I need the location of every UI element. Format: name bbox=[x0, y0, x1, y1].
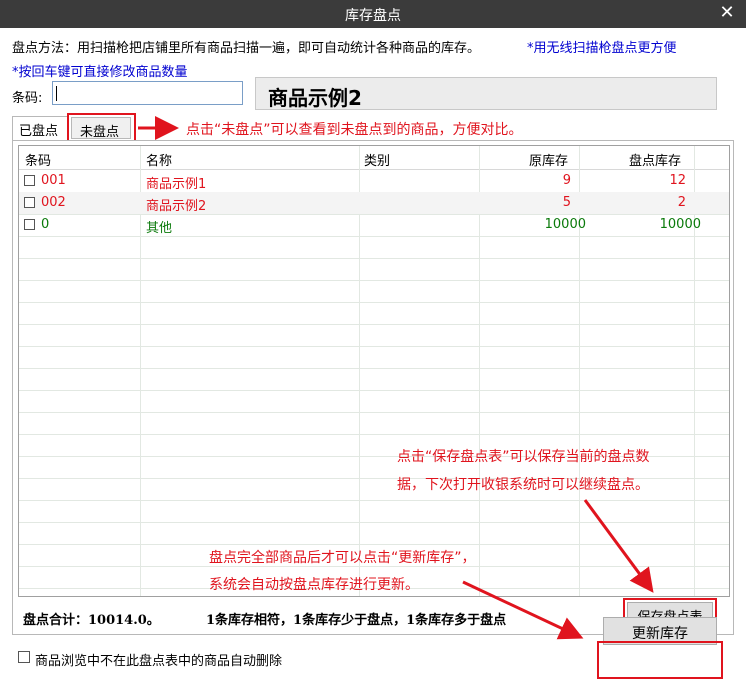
table-row[interactable]: 0 其他 10000 10000 bbox=[19, 214, 729, 236]
row-count-stock[interactable]: 2 bbox=[678, 195, 686, 210]
text-caret bbox=[56, 86, 57, 101]
save-annotation-line1: 点击“保存盘点表”可以保存当前的盘点数 bbox=[397, 449, 650, 465]
row-name: 商品示例1 bbox=[146, 177, 207, 192]
header-orig-stock[interactable]: 原库存 bbox=[529, 150, 568, 169]
auto-delete-label[interactable]: 商品浏览中不在此盘点表中的商品自动删除 bbox=[35, 650, 282, 669]
barcode-label: 条码: bbox=[12, 91, 43, 106]
tab-counted[interactable]: 已盘点 bbox=[12, 116, 68, 141]
table-row[interactable]: 002 商品示例2 5 2 bbox=[19, 192, 729, 214]
wireless-tip: *用无线扫描枪盘点更方便 bbox=[527, 41, 677, 56]
save-annotation-line2: 据，下次打开收银系统时可以继续盘点。 bbox=[397, 477, 649, 493]
row-count-stock[interactable]: 10000 bbox=[660, 217, 701, 232]
row-code: 0 bbox=[41, 217, 50, 232]
uncounted-annotation: 点击“未盘点”可以查看到未盘点到的商品，方便对比。 bbox=[186, 122, 523, 138]
summary-total: 盘点合计：10014.0。 bbox=[23, 613, 160, 628]
header-count-stock[interactable]: 盘点库存 bbox=[629, 150, 681, 169]
row-checkbox[interactable] bbox=[24, 175, 35, 186]
row-count-stock[interactable]: 12 bbox=[669, 173, 686, 188]
auto-delete-checkbox[interactable] bbox=[18, 651, 30, 663]
title-bar: 库存盘点 ✕ bbox=[0, 0, 746, 28]
update-annotation-line2: 系统会自动按盘点库存进行更新。 bbox=[209, 577, 419, 593]
window-title: 库存盘点 bbox=[345, 8, 401, 24]
product-name-display: 商品示例2 bbox=[255, 77, 717, 110]
update-highlight bbox=[597, 641, 723, 679]
uncounted-highlight bbox=[67, 113, 136, 143]
close-icon[interactable]: ✕ bbox=[716, 2, 738, 24]
method-text: 盘点方法：用扫描枪把店铺里所有商品扫描一遍，即可自动统计各种商品的库存。 bbox=[12, 41, 481, 56]
inventory-panel: 条码 名称 类别 原库存 盘点库存 001 商品示例1 9 12 002 商品示… bbox=[12, 140, 734, 635]
row-name: 其他 bbox=[146, 221, 173, 236]
row-checkbox[interactable] bbox=[24, 197, 35, 208]
table-row[interactable]: 001 商品示例1 9 12 bbox=[19, 170, 729, 192]
header-name[interactable]: 名称 bbox=[146, 150, 172, 169]
enter-tip: *按回车键可直接修改商品数量 bbox=[12, 65, 188, 80]
update-annotation-line1: 盘点完全部商品后才可以点击“更新库存”， bbox=[209, 550, 476, 566]
header-category[interactable]: 类别 bbox=[364, 150, 390, 169]
row-name: 商品示例2 bbox=[146, 199, 207, 214]
row-orig-stock: 5 bbox=[562, 195, 571, 210]
summary-detail: 1条库存相符，1条库存少于盘点，1条库存多于盘点 bbox=[206, 613, 507, 628]
row-orig-stock: 9 bbox=[562, 173, 571, 188]
row-orig-stock: 10000 bbox=[544, 217, 586, 232]
row-code: 001 bbox=[41, 173, 66, 188]
inventory-grid: 条码 名称 类别 原库存 盘点库存 001 商品示例1 9 12 002 商品示… bbox=[18, 145, 730, 597]
barcode-input[interactable] bbox=[52, 81, 243, 105]
grid-header: 条码 名称 类别 原库存 盘点库存 bbox=[19, 146, 729, 170]
header-code[interactable]: 条码 bbox=[25, 150, 51, 169]
row-code: 002 bbox=[41, 195, 66, 210]
row-checkbox[interactable] bbox=[24, 219, 35, 230]
